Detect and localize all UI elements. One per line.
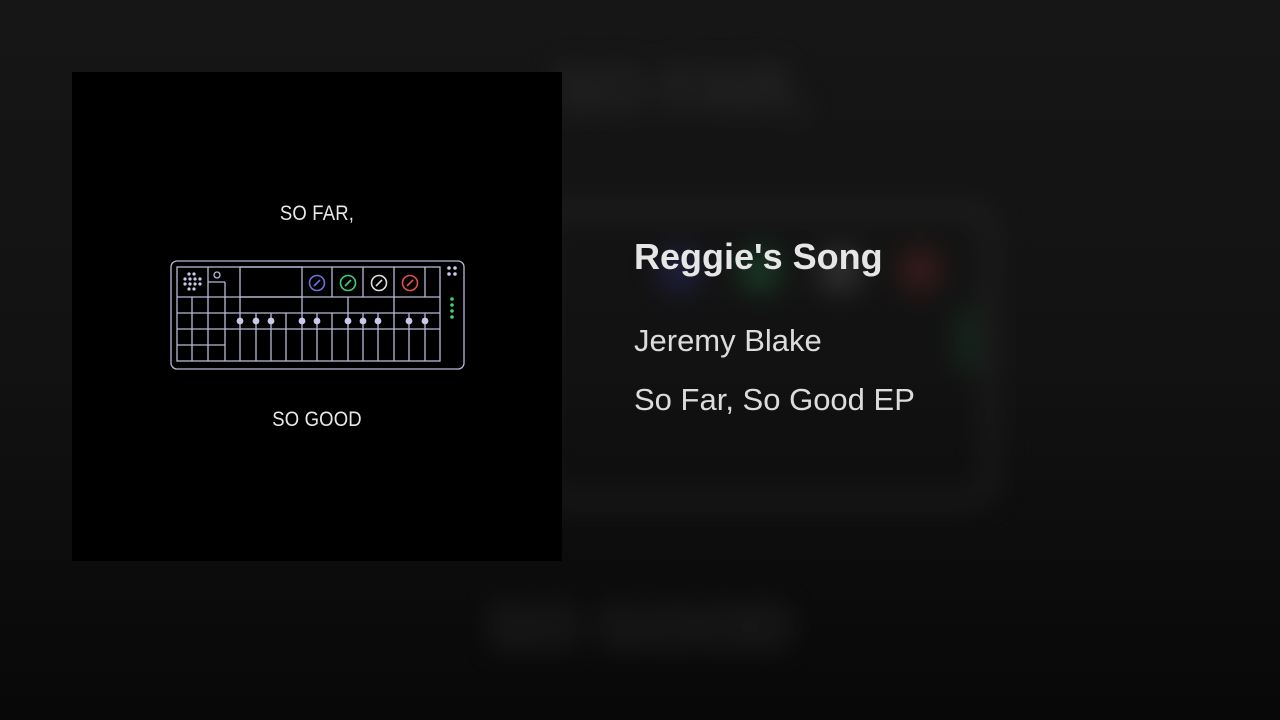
synth-sequencer-icon	[170, 260, 465, 370]
album-cover: SO FAR, SO GOOD	[72, 72, 562, 561]
track-title: Reggie's Song	[634, 236, 883, 277]
background-bottom-text: SO GOOD	[487, 591, 793, 663]
cover-title-bottom: SO GOOD	[272, 408, 362, 431]
cover-title-top: SO FAR,	[279, 202, 355, 225]
artist-name: Jeremy Blake	[634, 323, 822, 358]
video-stage: SO FAR, SO GOOD SO FAR, SO GOOD Reggie's…	[0, 0, 1280, 720]
album-name: So Far, So Good EP	[634, 382, 915, 417]
